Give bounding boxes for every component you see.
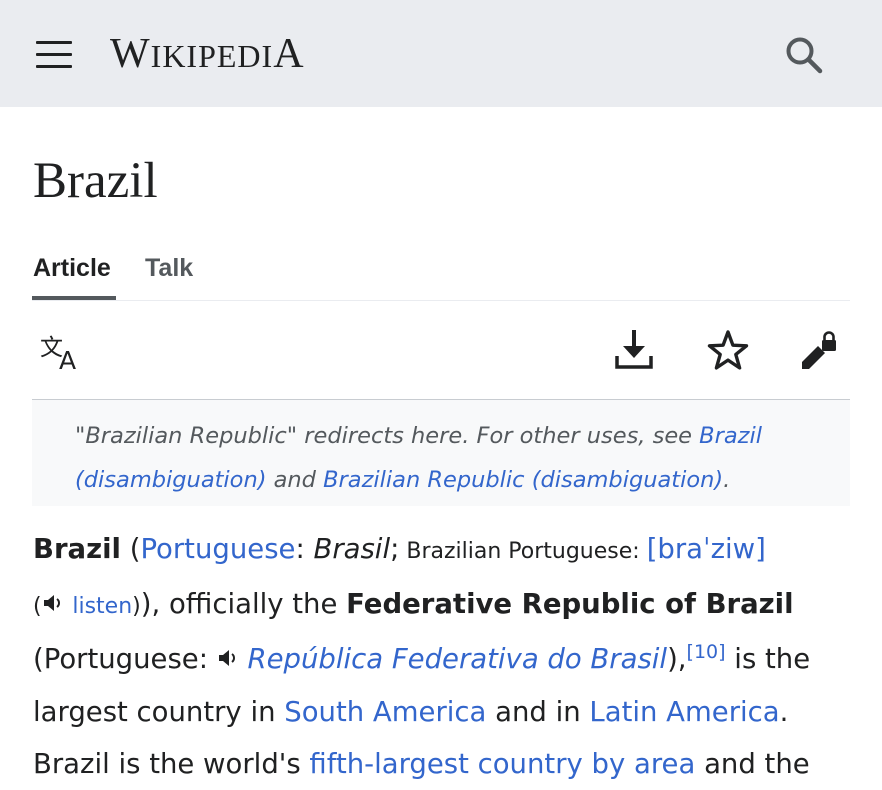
wordmark-letter: W xyxy=(110,31,151,77)
text-segment: ), officially the xyxy=(140,588,347,620)
edit-locked-icon[interactable] xyxy=(798,329,844,375)
wordmark-letters: IKIPEDI xyxy=(150,38,274,74)
download-icon[interactable] xyxy=(614,329,660,375)
article-subject-bold: Brazil xyxy=(33,533,121,565)
text-segment: and in xyxy=(486,696,590,728)
namespace-tabs: Article Talk xyxy=(32,250,850,301)
hatnote-text: "Brazilian Republic" redirects here. For… xyxy=(75,414,835,502)
hatnote-text-segment: and xyxy=(266,467,324,493)
text-segment: ; xyxy=(390,533,400,565)
text-segment: ( xyxy=(120,533,141,565)
text-segment: ( xyxy=(33,594,42,619)
text-segment: ) xyxy=(132,594,141,619)
hatnote-text-segment: . xyxy=(723,467,731,493)
wordmark-letter: A xyxy=(273,31,305,77)
pronunciation-label: Brazilian Portuguese: xyxy=(399,539,647,564)
native-name-italic: Brasil xyxy=(313,533,391,565)
speaker-icon[interactable] xyxy=(42,579,64,631)
link-fifth-largest-country[interactable]: fifth-largest country by area xyxy=(309,748,695,780)
link-listen[interactable]: listen xyxy=(72,594,132,619)
hamburger-menu-icon[interactable] xyxy=(36,40,72,70)
page-title: Brazil xyxy=(33,153,158,209)
link-republica-federativa[interactable]: República Federativa do Brasil xyxy=(247,643,667,675)
svg-text:A: A xyxy=(59,346,76,375)
hatnote: "Brazilian Republic" redirects here. For… xyxy=(32,400,850,506)
hatnote-text-segment: "Brazilian Republic" redirects here. For… xyxy=(75,423,700,449)
link-south-america[interactable]: South America xyxy=(284,696,486,728)
link-latin-america[interactable]: Latin America xyxy=(589,696,779,728)
active-tab-indicator xyxy=(32,296,116,300)
speaker-icon[interactable] xyxy=(217,634,239,686)
text-segment: ), xyxy=(667,643,687,675)
header-bar: WIKIPEDIA xyxy=(0,0,882,107)
link-ipa-pronunciation[interactable]: [braˈziw] xyxy=(647,533,766,565)
language-icon[interactable]: 文 A xyxy=(39,329,85,375)
article-lead-paragraph: Brazil (Portuguese: Brasil; Brazilian Po… xyxy=(33,523,853,790)
tab-talk[interactable]: Talk xyxy=(145,254,193,283)
wikipedia-wordmark[interactable]: WIKIPEDIA xyxy=(110,30,305,78)
official-name-bold: Federative Republic of Brazil xyxy=(346,588,794,620)
tab-article[interactable]: Article xyxy=(33,254,111,283)
reference-link[interactable]: [10] xyxy=(687,641,726,663)
page-actions-toolbar: 文 A xyxy=(32,301,850,401)
search-icon[interactable] xyxy=(782,33,826,77)
link-portuguese[interactable]: Portuguese xyxy=(140,533,295,565)
star-icon[interactable] xyxy=(706,329,752,375)
text-segment: and the xyxy=(695,748,810,780)
text-segment: : xyxy=(295,533,314,565)
text-segment: (Portuguese: xyxy=(33,643,217,675)
link-brazilian-republic-disambiguation[interactable]: Brazilian Republic (disambiguation) xyxy=(323,467,723,493)
